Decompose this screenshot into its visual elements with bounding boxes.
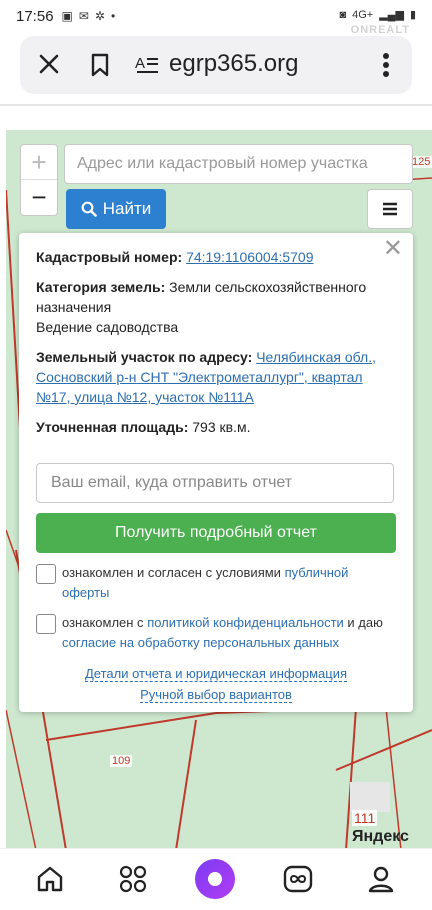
close-icon[interactable] (36, 51, 62, 77)
consent-privacy-row: ознакомлен с политикой конфиденциальност… (36, 613, 397, 653)
privacy-policy-link[interactable]: политикой конфиденциальности (147, 615, 344, 630)
svg-text:A: A (135, 55, 145, 72)
consent-privacy-text: ознакомлен с политикой конфиденциальност… (62, 613, 397, 653)
consent-offer-label: ознакомлен и согласен с условиями (62, 565, 285, 580)
offer-checkbox[interactable] (36, 564, 56, 584)
home-icon[interactable] (32, 861, 68, 897)
address-row: Земельный участок по адресу: Челябинская… (36, 347, 397, 407)
area-label: Уточненная площадь: (36, 419, 189, 435)
alice-assistant-icon[interactable] (194, 859, 236, 899)
privacy-checkbox[interactable] (36, 614, 56, 634)
area-row: Уточненная площадь: 793 кв.м. (36, 417, 397, 437)
profile-icon[interactable] (363, 861, 399, 897)
category-label: Категория земель: (36, 279, 166, 295)
search-box (64, 144, 413, 184)
system-icons: ◙ 4G+ ▂▄▆ ▮ (339, 8, 416, 22)
layers-menu-button[interactable] (367, 189, 413, 229)
notification-icons: ▣ ✉ ✲ • (62, 9, 116, 23)
card-footer-links: Детали отчета и юридическая информация Р… (19, 663, 413, 705)
details-link[interactable]: Детали отчета и юридическая информация (84, 666, 348, 682)
cadastral-label: Кадастровый номер: (36, 249, 183, 265)
zoom-control: + − (20, 144, 58, 216)
usage-value: Ведение садоводства (36, 319, 179, 335)
browser-toolbar: A egrp365.org (20, 36, 412, 94)
dot-icon: • (111, 9, 116, 23)
find-label: Найти (102, 199, 152, 218)
map-provider-logo: Яндекс (352, 828, 409, 845)
signal-icon: ▂▄▆ (379, 9, 404, 21)
cadastral-row: Кадастровый номер: 74:19:1106004:5709 (36, 247, 397, 267)
parcel-label: 111 (352, 810, 378, 826)
bookmark-icon[interactable] (90, 53, 110, 82)
address-label: Земельный участок по адресу: (36, 349, 253, 365)
consent-offer-row: ознакомлен и согласен с условиями публич… (36, 563, 397, 603)
manual-select-link[interactable]: Ручной выбор вариантов (140, 687, 292, 703)
status-time: 17:56 (16, 7, 54, 25)
more-vert-icon[interactable] (382, 52, 390, 83)
get-report-button[interactable]: Получить подробный отчет (36, 513, 396, 553)
data-processing-link[interactable]: согласие на обработку персональных данны… (62, 635, 339, 650)
reader-mode-icon[interactable]: A (135, 54, 159, 81)
url-text[interactable]: egrp365.org (169, 50, 298, 78)
area-value: 793 кв.м. (192, 419, 251, 435)
search-icon (81, 201, 97, 217)
bottom-navigation (0, 848, 432, 910)
cadastral-link[interactable]: 74:19:1106004:5709 (186, 249, 313, 265)
hamburger-icon (383, 202, 397, 216)
close-card-icon[interactable]: ✕ (383, 237, 403, 261)
parcel-label: 109 (110, 755, 133, 767)
tabs-icon[interactable] (280, 861, 316, 897)
zoom-out-button[interactable]: − (21, 180, 57, 215)
consent-privacy-label-a: ознакомлен с (62, 615, 148, 630)
network-type: 4G+ (352, 8, 374, 21)
parcel-label: 125 (410, 156, 432, 168)
consent-privacy-label-b: и даю (343, 615, 383, 630)
apps-grid-icon[interactable] (115, 861, 151, 897)
toolbar-divider (0, 104, 432, 106)
alarm-icon: ◙ (339, 8, 347, 21)
zoom-in-button[interactable]: + (21, 145, 57, 180)
watermark: ONREALT (350, 24, 410, 36)
message-icon: ✉ (78, 9, 89, 23)
category-row: Категория земель: Земли сельскохозяйстве… (36, 277, 397, 337)
consent-offer-text: ознакомлен и согласен с условиями публич… (62, 563, 397, 603)
battery-icon: ▮ (409, 9, 416, 21)
gallery-icon: ▣ (61, 9, 73, 23)
email-field[interactable] (36, 463, 394, 503)
find-button[interactable]: Найти (66, 189, 166, 229)
accessibility-icon: ✲ (94, 9, 106, 23)
parcel-info-card: ✕ Кадастровый номер: 74:19:1106004:5709 … (19, 233, 413, 712)
search-input[interactable] (65, 145, 412, 183)
